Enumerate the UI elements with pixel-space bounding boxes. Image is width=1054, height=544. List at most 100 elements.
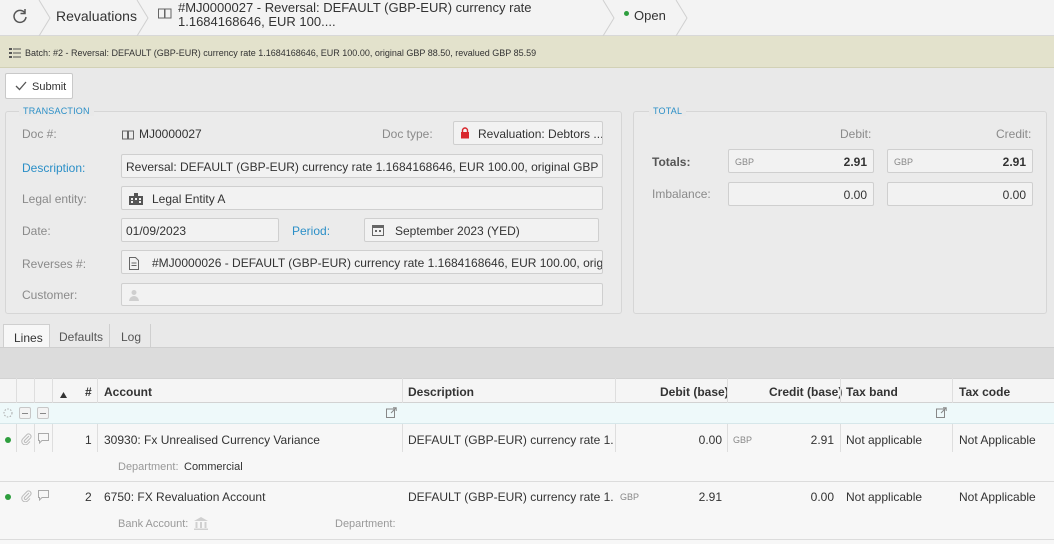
row-tax-code[interactable]: Not Applicable — [959, 490, 1036, 504]
row-account[interactable]: 30930: Fx Unrealised Currency Variance — [104, 433, 399, 447]
totals-credit-currency: GBP — [894, 157, 914, 167]
refresh-icon[interactable] — [10, 6, 30, 26]
row-tax-code[interactable]: Not Applicable — [959, 433, 1036, 447]
transaction-legend: TRANSACTION — [19, 106, 94, 116]
paperclip-icon[interactable] — [21, 490, 32, 505]
description-field[interactable]: Reversal: DEFAULT (GBP-EUR) currency rat… — [121, 154, 603, 178]
row-description[interactable]: DEFAULT (GBP-EUR) currency rate 1.1... — [408, 490, 613, 504]
building-icon — [129, 193, 143, 208]
legal-entity-label: Legal entity: — [22, 192, 87, 206]
batch-banner-text: Batch: #2 - Reversal: DEFAULT (GBP-EUR) … — [25, 48, 537, 58]
reverses-field[interactable]: #MJ0000026 - DEFAULT (GBP-EUR) currency … — [121, 250, 603, 274]
sort-asc-icon[interactable] — [60, 387, 67, 401]
calendar-icon — [372, 224, 384, 239]
grid-filter-row[interactable] — [0, 403, 1054, 424]
lines-grid: # Account Description Debit (base) Credi… — [0, 378, 1054, 544]
imbalance-credit-field: 0.00 — [887, 182, 1033, 206]
imbalance-debit-field: 0.00 — [728, 182, 874, 206]
status-badge[interactable]: Open — [634, 8, 666, 23]
doc-number-label: Doc #: — [22, 127, 57, 141]
totals-debit-currency: GBP — [735, 157, 755, 167]
reverses-value: #MJ0000026 - DEFAULT (GBP-EUR) currency … — [152, 256, 603, 270]
legal-entity-field[interactable]: Legal Entity A — [121, 186, 603, 210]
table-row[interactable]: 1 30930: Fx Unrealised Currency Variance… — [0, 425, 1054, 482]
totals-label: Totals: — [652, 155, 691, 169]
tab-defaults-label: Defaults — [59, 330, 104, 344]
paperclip-icon[interactable] — [21, 433, 32, 448]
debit-header: Debit: — [840, 127, 872, 141]
column-header-num[interactable]: # — [85, 385, 92, 399]
status-dot-icon — [624, 11, 629, 16]
column-header-credit[interactable]: Credit (base) — [769, 385, 842, 399]
comment-icon[interactable] — [38, 490, 49, 504]
row-bank-account-label: Bank Account: — [118, 518, 189, 530]
row-credit-currency: GBP — [733, 435, 753, 445]
row-tax-band[interactable]: Not applicable — [846, 433, 922, 447]
breadcrumb-separator-icon — [602, 0, 615, 36]
row-number: 1 — [85, 433, 92, 447]
column-header-tax-band[interactable]: Tax band — [846, 385, 898, 399]
row-description[interactable]: DEFAULT (GBP-EUR) currency rate 1.1... — [408, 433, 613, 447]
collapse-icon[interactable] — [37, 407, 49, 419]
row-department-value[interactable]: Commercial — [184, 461, 243, 473]
breadcrumb-module[interactable]: Revaluations — [56, 8, 137, 24]
comment-icon[interactable] — [38, 433, 49, 447]
imbalance-credit-value: 0.00 — [1002, 188, 1026, 202]
tab-defaults[interactable]: Defaults — [50, 324, 110, 348]
external-link-icon[interactable] — [936, 407, 947, 421]
column-header-tax-code[interactable]: Tax code — [959, 385, 1010, 399]
row-debit[interactable]: 0.00 — [699, 433, 722, 447]
tab-lines-label: Lines — [14, 331, 43, 345]
date-value: 01/09/2023 — [126, 224, 187, 238]
table-row[interactable]: 2 6750: FX Revaluation Account DEFAULT (… — [0, 482, 1054, 540]
row-credit[interactable]: 2.91 — [811, 433, 834, 447]
select-all-icon[interactable] — [3, 407, 13, 421]
period-field[interactable]: September 2023 (YED) — [364, 218, 599, 242]
row-number: 2 — [85, 490, 92, 504]
total-legend: TOTAL — [649, 106, 687, 116]
batch-icon — [9, 47, 21, 60]
breadcrumb-separator-icon — [136, 0, 149, 36]
legal-entity-value: Legal Entity A — [152, 192, 226, 206]
lock-icon — [460, 127, 470, 142]
imbalance-debit-value: 0.00 — [843, 188, 867, 202]
column-header-debit[interactable]: Debit (base) — [660, 385, 729, 399]
description-value: Reversal: DEFAULT (GBP-EUR) currency rat… — [126, 160, 603, 174]
imbalance-label: Imbalance: — [652, 187, 711, 201]
date-label: Date: — [22, 224, 51, 238]
row-debit[interactable]: 2.91 — [699, 490, 722, 504]
description-label[interactable]: Description: — [22, 161, 85, 175]
column-header-account[interactable]: Account — [104, 385, 152, 399]
tab-lines[interactable]: Lines — [3, 324, 50, 348]
tab-log-label: Log — [121, 330, 142, 344]
row-department-label: Department: — [118, 461, 179, 473]
grid-header-row: # Account Description Debit (base) Credi… — [0, 378, 1054, 403]
document-icon — [129, 257, 139, 273]
credit-header: Credit: — [996, 127, 1032, 141]
date-field[interactable]: 01/09/2023 — [121, 218, 279, 242]
doc-number-value: MJ0000027 — [139, 127, 202, 141]
person-icon — [128, 289, 140, 304]
row-status-dot-icon — [5, 494, 11, 500]
bank-icon — [194, 517, 208, 533]
tab-log[interactable]: Log — [111, 324, 151, 348]
row-credit[interactable]: 0.00 — [811, 490, 834, 504]
period-value: September 2023 (YED) — [395, 224, 520, 238]
doc-type-value: Revaluation: Debtors ... — [478, 127, 603, 141]
document-title-line2: 1.1684168646, EUR 100.... — [178, 14, 336, 29]
collapse-icon[interactable] — [19, 407, 31, 419]
column-header-description[interactable]: Description — [408, 385, 474, 399]
submit-button[interactable]: Submit — [5, 73, 73, 99]
customer-field[interactable] — [121, 283, 603, 306]
totals-credit-field: GBP 2.91 — [887, 149, 1033, 173]
row-account[interactable]: 6750: FX Revaluation Account — [104, 490, 399, 504]
row-status-dot-icon — [5, 437, 11, 443]
doc-type-label: Doc type: — [382, 127, 433, 141]
row-tax-band[interactable]: Not applicable — [846, 490, 922, 504]
doc-type-field[interactable]: Revaluation: Debtors ... — [453, 121, 603, 145]
period-label[interactable]: Period: — [292, 224, 330, 238]
document-title-line1: #MJ0000027 - Reversal: DEFAULT (GBP-EUR)… — [178, 0, 532, 15]
external-link-icon[interactable] — [386, 407, 397, 421]
breadcrumb-separator-icon — [38, 0, 51, 36]
book-icon — [158, 8, 172, 23]
